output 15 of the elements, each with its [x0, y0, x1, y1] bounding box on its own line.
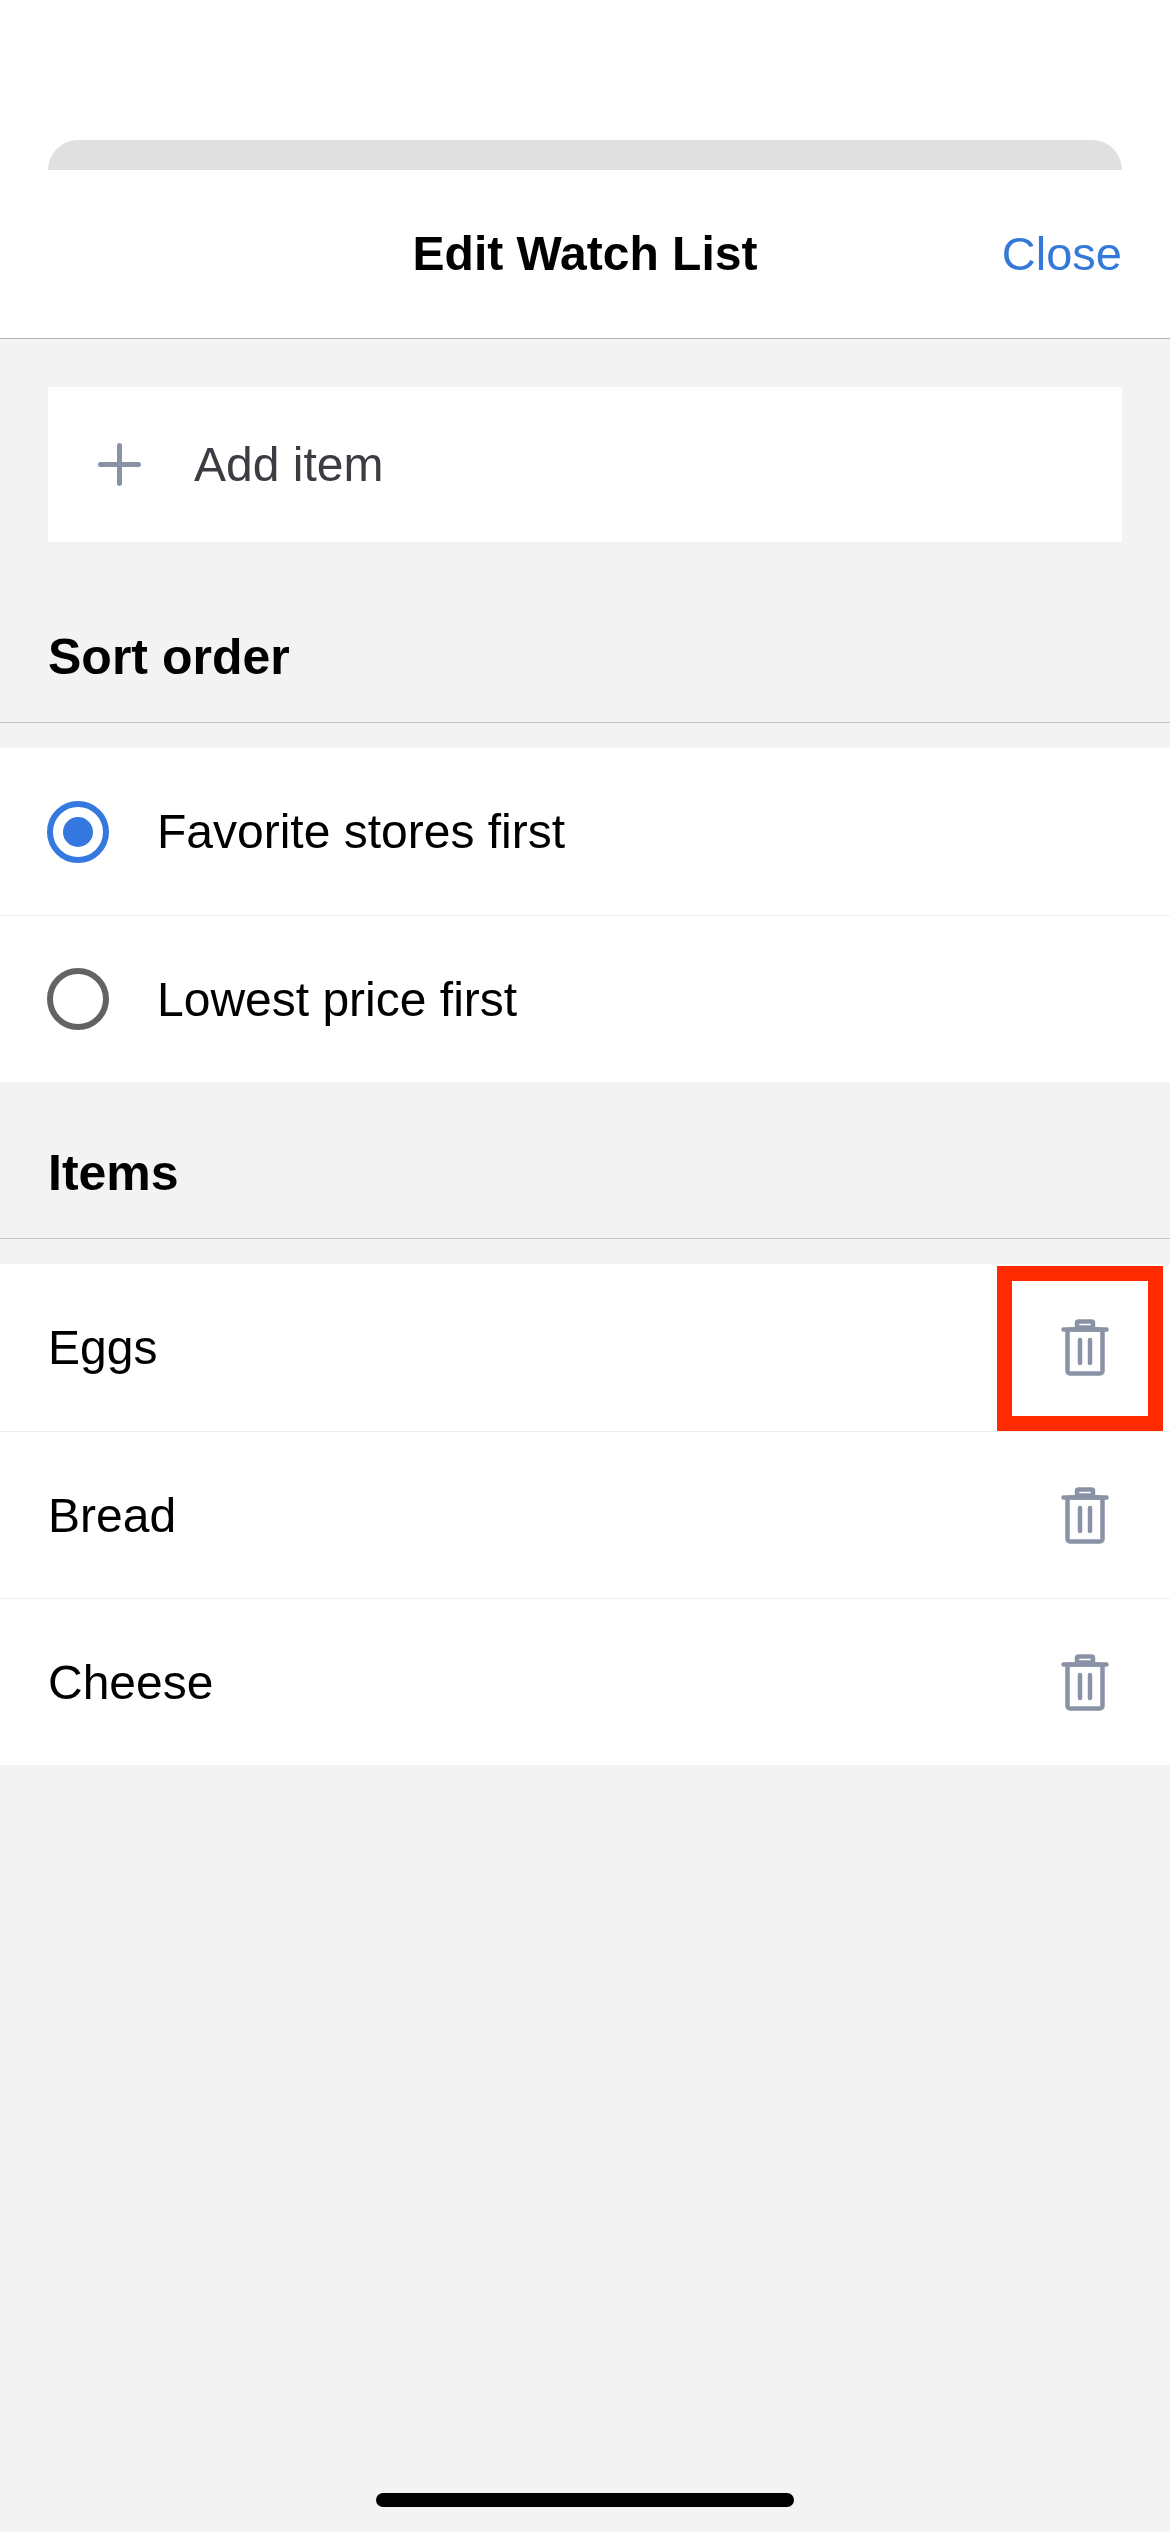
section-heading: Sort order: [48, 628, 290, 687]
sheet-title: Edit Watch List: [412, 226, 758, 282]
delete-button[interactable]: [1061, 1486, 1109, 1544]
trash-icon: [1061, 1653, 1109, 1711]
delete-button[interactable]: [1061, 1653, 1109, 1711]
plus-icon: [98, 443, 141, 486]
trash-icon: [1061, 1486, 1109, 1544]
item-name: Cheese: [48, 1654, 214, 1710]
trash-icon: [1061, 1319, 1109, 1376]
section-heading: Items: [48, 1144, 179, 1203]
item-name: Bread: [48, 1487, 177, 1543]
add-item-button[interactable]: Add item: [48, 387, 1122, 542]
delete-button[interactable]: [1061, 1319, 1109, 1376]
item-name: Eggs: [48, 1320, 158, 1375]
close-button[interactable]: Close: [1001, 224, 1122, 284]
